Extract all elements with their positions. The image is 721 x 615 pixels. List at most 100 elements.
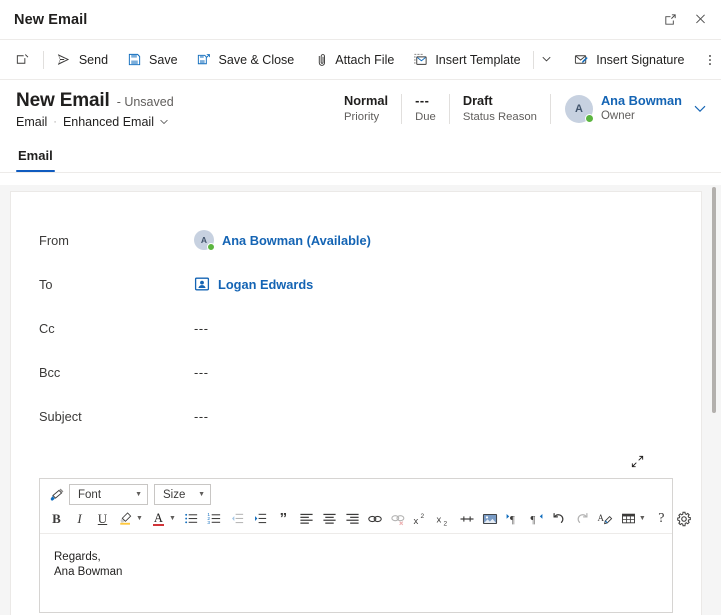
close-button[interactable] bbox=[685, 6, 715, 34]
underline-button[interactable]: U bbox=[92, 508, 113, 529]
settings-button[interactable] bbox=[674, 508, 695, 529]
svg-text:2: 2 bbox=[421, 513, 425, 520]
avatar: A bbox=[194, 230, 215, 251]
insert-signature-icon bbox=[573, 52, 589, 68]
save-button[interactable]: Save bbox=[117, 45, 187, 75]
record-header-right: Normal Priority --- Due Draft Status Rea… bbox=[344, 90, 707, 125]
increase-indent-button[interactable] bbox=[250, 508, 271, 529]
align-left-button[interactable] bbox=[296, 508, 317, 529]
send-button[interactable]: Send bbox=[47, 45, 117, 75]
undo-icon bbox=[553, 512, 564, 523]
chevron-down-icon bbox=[160, 119, 168, 124]
caret-down-icon: ▼ bbox=[638, 515, 646, 522]
right-to-left-button[interactable]: ¶ bbox=[526, 508, 547, 529]
presence-available-icon bbox=[207, 243, 215, 251]
scrollbar-thumb[interactable] bbox=[712, 187, 716, 413]
font-color-icon: A bbox=[152, 510, 164, 526]
numbered-list-icon: 1 2 3 bbox=[207, 512, 220, 525]
from-value[interactable]: A Ana Bowman (Available) bbox=[194, 230, 371, 251]
blockquote-button[interactable]: ” bbox=[273, 508, 294, 529]
tab-email[interactable]: Email bbox=[16, 148, 55, 172]
svg-text:¶: ¶ bbox=[531, 515, 536, 526]
bold-button[interactable]: B bbox=[46, 508, 67, 529]
priority-label: Priority bbox=[344, 111, 380, 123]
strikethrough-button[interactable] bbox=[457, 508, 478, 529]
to-contact-chip[interactable]: Logan Edwards bbox=[194, 276, 313, 292]
insert-template-button[interactable]: Insert Template bbox=[403, 45, 529, 75]
send-icon bbox=[56, 52, 72, 68]
bulleted-list-button[interactable] bbox=[181, 508, 202, 529]
insert-table-button[interactable]: ▼ bbox=[618, 508, 649, 529]
subscript-button[interactable]: x 2 bbox=[434, 508, 455, 529]
highlight-color-button[interactable]: ▼ bbox=[115, 508, 146, 529]
editor-expand-row bbox=[39, 448, 673, 474]
insert-template-chevron-button[interactable] bbox=[536, 45, 556, 75]
insert-image-button[interactable] bbox=[480, 508, 501, 529]
owner-field[interactable]: A Ana Bowman Owner bbox=[551, 93, 707, 124]
subject-value[interactable]: --- bbox=[194, 409, 209, 424]
undo-button[interactable] bbox=[549, 508, 570, 529]
unsaved-indicator: - Unsaved bbox=[116, 95, 174, 109]
format-painter-button[interactable] bbox=[46, 484, 67, 505]
cc-value[interactable]: --- bbox=[194, 321, 209, 336]
form-selector[interactable]: Enhanced Email bbox=[63, 115, 169, 129]
decrease-indent-button[interactable] bbox=[227, 508, 248, 529]
italic-button[interactable]: I bbox=[69, 508, 90, 529]
insert-template-icon bbox=[412, 52, 428, 68]
bcc-value[interactable]: --- bbox=[194, 365, 209, 380]
body-line: Regards, bbox=[54, 551, 101, 563]
owner-name: Ana Bowman bbox=[600, 93, 682, 108]
priority-value: Normal bbox=[344, 93, 389, 108]
save-icon bbox=[126, 52, 142, 68]
strikethrough-icon bbox=[460, 515, 474, 522]
field-row-from: From A Ana Bowman (Available) bbox=[11, 218, 701, 262]
underline-icon: U bbox=[97, 510, 108, 526]
redo-icon bbox=[577, 512, 588, 523]
email-body-text[interactable]: Regards, Ana Bowman bbox=[40, 534, 672, 612]
align-right-button[interactable] bbox=[342, 508, 363, 529]
superscript-button[interactable]: x 2 bbox=[411, 508, 432, 529]
owner-chevron-button[interactable] bbox=[693, 102, 707, 116]
rich-text-editor: Font ▼ Size ▼ B I U ▼ A ▼ 1 2 3 ” x 2 x … bbox=[39, 478, 692, 613]
window-title: New Email bbox=[14, 11, 88, 28]
numbered-list-button[interactable]: 1 2 3 bbox=[204, 508, 225, 529]
link-icon bbox=[368, 515, 383, 522]
vertical-scrollbar[interactable] bbox=[710, 185, 719, 615]
popout-button[interactable] bbox=[655, 6, 685, 34]
save-and-close-label: Save & Close bbox=[218, 52, 295, 67]
expand-editor-button[interactable] bbox=[627, 451, 647, 471]
save-and-close-button[interactable]: Save & Close bbox=[187, 45, 304, 75]
email-form-card: From A Ana Bowman (Available) To Logan E… bbox=[10, 191, 702, 615]
attach-file-button[interactable]: Attach File bbox=[303, 45, 403, 75]
insert-signature-button[interactable]: Insert Signature bbox=[564, 45, 693, 75]
new-record-button[interactable] bbox=[6, 45, 40, 75]
status-reason-stat: Draft Status Reason bbox=[450, 92, 550, 125]
record-breadcrumb: Email · Enhanced Email bbox=[16, 115, 344, 129]
subject-label: Subject bbox=[39, 408, 82, 424]
redo-button[interactable] bbox=[572, 508, 593, 529]
attach-file-label: Attach File bbox=[335, 52, 395, 67]
font-family-select[interactable]: Font ▼ bbox=[69, 484, 148, 505]
to-value[interactable]: Logan Edwards bbox=[194, 276, 313, 292]
align-center-button[interactable] bbox=[319, 508, 340, 529]
command-bar-divider bbox=[43, 50, 44, 69]
remove-link-button[interactable] bbox=[388, 508, 409, 529]
entity-name: Email bbox=[16, 115, 48, 129]
to-contact-name: Logan Edwards bbox=[218, 276, 314, 292]
send-label: Send bbox=[78, 52, 109, 67]
from-person-chip[interactable]: A Ana Bowman (Available) bbox=[194, 230, 371, 251]
expand-diagonal-icon bbox=[631, 455, 643, 467]
rtl-icon: ¶ bbox=[531, 513, 543, 526]
body-line: Ana Bowman bbox=[54, 566, 123, 578]
clear-formatting-button[interactable]: A bbox=[595, 508, 616, 529]
command-overflow-button[interactable] bbox=[700, 45, 721, 75]
new-window-icon bbox=[14, 52, 30, 68]
left-to-right-button[interactable]: ¶ bbox=[503, 508, 524, 529]
insert-link-button[interactable] bbox=[365, 508, 386, 529]
help-button[interactable]: ? bbox=[651, 508, 672, 529]
font-size-select[interactable]: Size ▼ bbox=[154, 484, 211, 505]
font-color-button[interactable]: A ▼ bbox=[148, 508, 179, 529]
from-person-name: Ana Bowman (Available) bbox=[222, 232, 371, 248]
tab-email-label: Email bbox=[18, 148, 53, 163]
page-title: New Email bbox=[16, 90, 110, 111]
